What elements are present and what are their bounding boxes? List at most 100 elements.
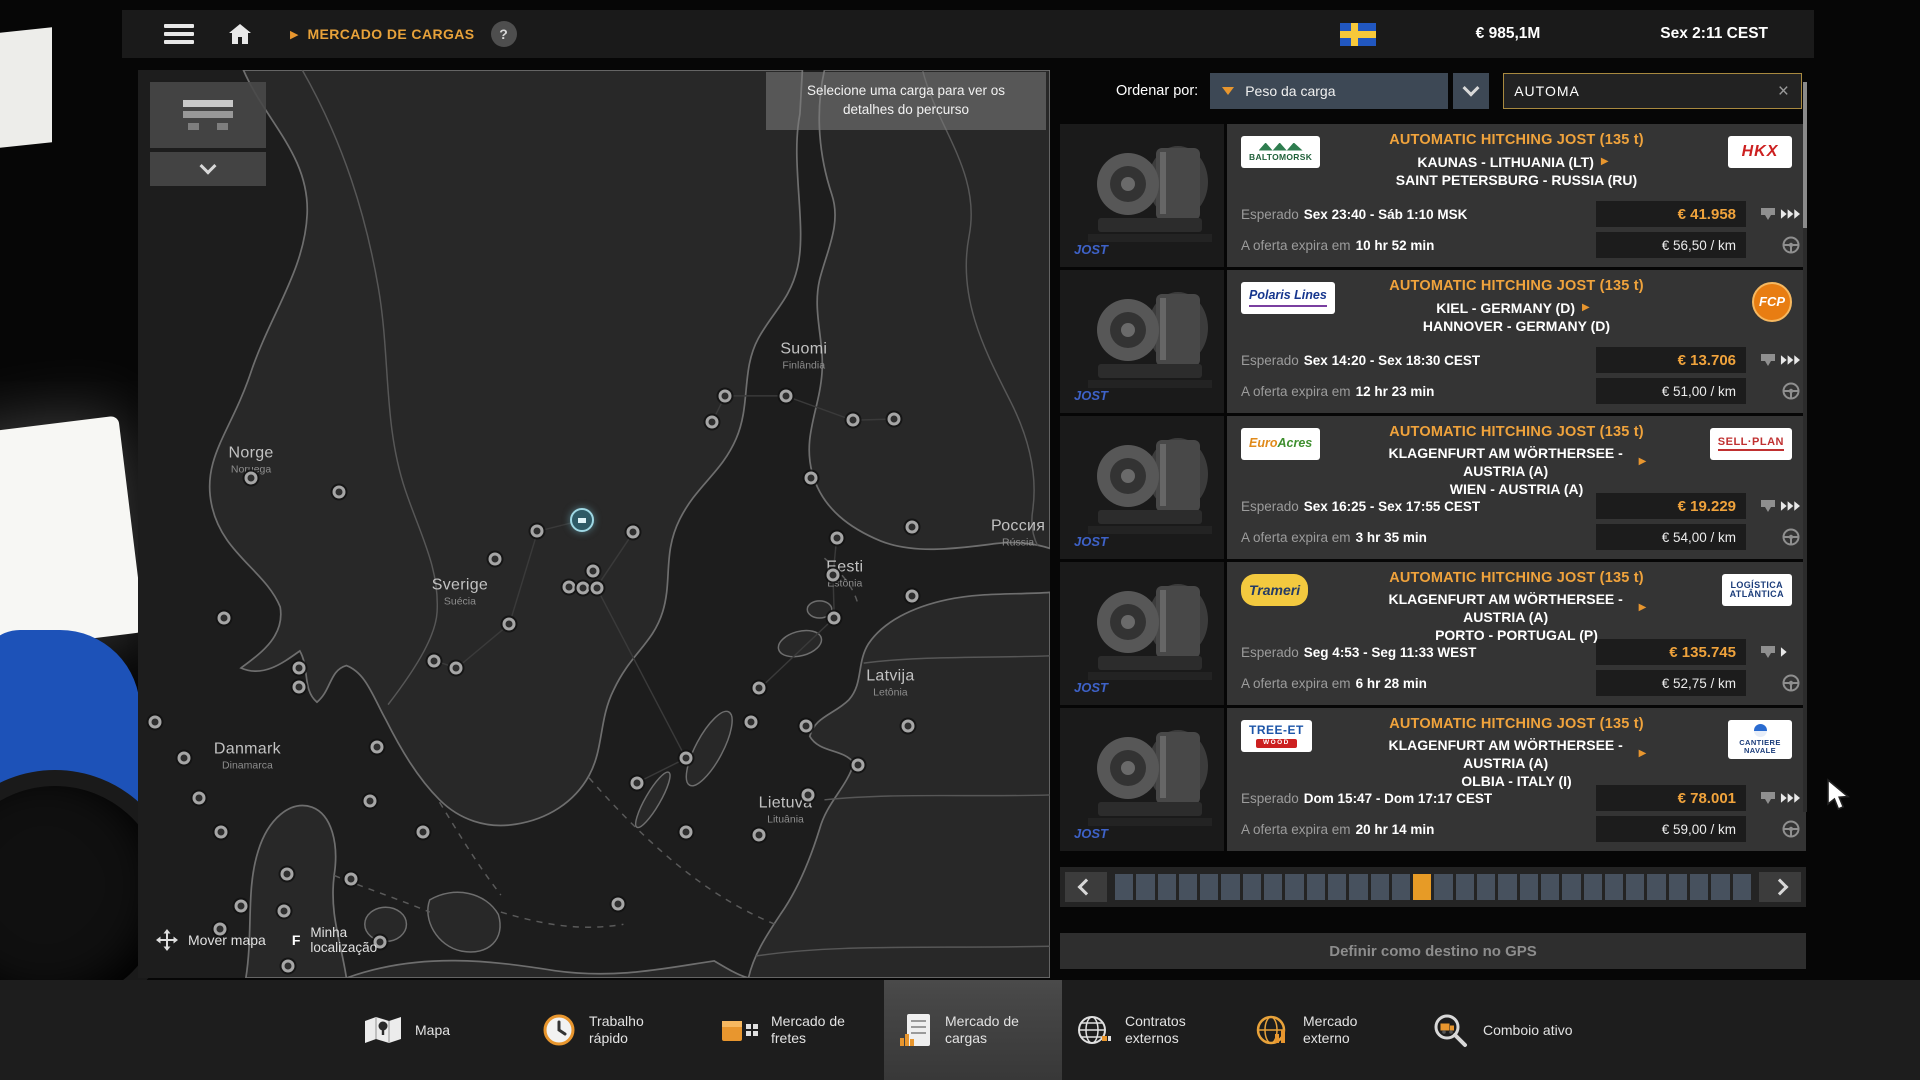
city-marker[interactable] (590, 581, 603, 594)
collapse-map-tools-button[interactable] (150, 152, 266, 186)
page-segment[interactable] (1349, 874, 1367, 900)
city-marker[interactable] (503, 617, 516, 630)
page-segment[interactable] (1520, 874, 1538, 900)
city-marker[interactable] (779, 389, 792, 402)
map-panel[interactable]: NorgeNoruegaSverigeSuéciaSuomiFinlândiaE… (138, 70, 1050, 978)
trailer-filter-button[interactable] (150, 82, 266, 148)
city-marker[interactable] (277, 904, 290, 917)
page-segment[interactable] (1626, 874, 1644, 900)
city-marker[interactable] (563, 580, 576, 593)
city-marker[interactable] (802, 788, 815, 801)
nav-item-trabalho-rapido[interactable]: Trabalho rápido (528, 980, 706, 1080)
page-segment[interactable] (1179, 874, 1197, 900)
city-marker[interactable] (826, 568, 839, 581)
page-segment[interactable] (1307, 874, 1325, 900)
cargo-offer[interactable]: JOST Trameri AUTOMATIC HITCHING JOST (13… (1060, 562, 1806, 705)
city-marker[interactable] (280, 868, 293, 881)
set-gps-destination-button[interactable]: Definir como destino no GPS (1060, 933, 1806, 969)
city-marker[interactable] (177, 752, 190, 765)
home-icon[interactable] (228, 23, 252, 45)
page-segment[interactable] (1200, 874, 1218, 900)
page-segment[interactable] (1584, 874, 1602, 900)
cargo-offer[interactable]: JOST TREE-ETWOOD AUTOMATIC HITCHING JOST… (1060, 708, 1806, 851)
nav-item-comboio-ativo[interactable]: Comboio ativo (1418, 980, 1596, 1080)
next-page-button[interactable] (1759, 872, 1801, 902)
sort-expand-button[interactable] (1453, 73, 1489, 109)
cargo-offer[interactable]: JOST Polaris Lines AUTOMATIC HITCHING JO… (1060, 270, 1806, 413)
help-icon[interactable]: ? (491, 21, 517, 47)
city-marker[interactable] (800, 720, 813, 733)
nav-item-mapa[interactable]: Mapa (350, 980, 528, 1080)
cargo-offer[interactable]: JOST BALTOMORSK AUTOMATIC HITCHING JOST … (1060, 124, 1806, 267)
page-segment[interactable] (1456, 874, 1474, 900)
city-marker[interactable] (906, 589, 919, 602)
page-segment[interactable] (1541, 874, 1559, 900)
page-segment[interactable] (1647, 874, 1665, 900)
my-location-button[interactable]: Minha localização (310, 925, 402, 956)
city-marker[interactable] (332, 486, 345, 499)
city-marker[interactable] (281, 960, 294, 973)
scrollbar-thumb[interactable] (1803, 82, 1807, 228)
city-marker[interactable] (753, 829, 766, 842)
page-segment[interactable] (1669, 874, 1687, 900)
city-marker[interactable] (345, 873, 358, 886)
page-segment[interactable] (1285, 874, 1303, 900)
city-marker[interactable] (245, 471, 258, 484)
city-marker[interactable] (630, 776, 643, 789)
page-segment[interactable] (1243, 874, 1261, 900)
page-segment[interactable] (1605, 874, 1623, 900)
city-marker[interactable] (627, 526, 640, 539)
city-marker[interactable] (587, 565, 600, 578)
city-marker[interactable] (149, 715, 162, 728)
city-marker[interactable] (705, 416, 718, 429)
page-segment[interactable] (1690, 874, 1708, 900)
page-segment[interactable] (1434, 874, 1452, 900)
menu-icon[interactable] (164, 24, 194, 44)
city-marker[interactable] (417, 825, 430, 838)
page-segment[interactable] (1498, 874, 1516, 900)
nav-item-mercado-de-fretes[interactable]: Mercado de fretes (706, 980, 884, 1080)
city-marker[interactable] (217, 611, 230, 624)
city-marker[interactable] (293, 662, 306, 675)
city-marker[interactable] (611, 898, 624, 911)
city-marker[interactable] (805, 471, 818, 484)
sort-dropdown[interactable]: Peso da carga (1210, 73, 1448, 109)
cargo-offer[interactable]: JOST EuroAcres AUTOMATIC HITCHING JOST (… (1060, 416, 1806, 559)
city-marker[interactable] (753, 682, 766, 695)
page-segment[interactable] (1371, 874, 1389, 900)
page-segment[interactable] (1264, 874, 1282, 900)
city-marker[interactable] (363, 794, 376, 807)
city-marker[interactable] (680, 752, 693, 765)
clear-search-icon[interactable]: × (1776, 82, 1791, 101)
search-input[interactable] (1514, 83, 1776, 99)
city-marker[interactable] (888, 412, 901, 425)
city-marker[interactable] (851, 758, 864, 771)
nav-item-contratos-externos[interactable]: Contratos externos (1062, 980, 1240, 1080)
page-segment[interactable] (1477, 874, 1495, 900)
city-marker[interactable] (488, 553, 501, 566)
page-segment[interactable] (1392, 874, 1410, 900)
offers-scrollbar[interactable] (1803, 82, 1807, 812)
city-marker[interactable] (827, 611, 840, 624)
nav-item-mercado-externo[interactable]: Mercado externo (1240, 980, 1418, 1080)
page-segment[interactable] (1115, 874, 1133, 900)
city-marker[interactable] (214, 825, 227, 838)
nav-item-mercado-de-cargas[interactable]: Mercado de cargas (884, 980, 1062, 1080)
city-marker[interactable] (744, 715, 757, 728)
city-marker[interactable] (577, 582, 590, 595)
page-segment[interactable] (1328, 874, 1346, 900)
city-marker[interactable] (292, 681, 305, 694)
city-marker[interactable] (235, 900, 248, 913)
city-marker[interactable] (450, 662, 463, 675)
page-segment[interactable] (1158, 874, 1176, 900)
page-segment[interactable] (1136, 874, 1154, 900)
page-segment[interactable] (1413, 874, 1431, 900)
city-marker[interactable] (680, 825, 693, 838)
city-marker[interactable] (193, 792, 206, 805)
page-segment[interactable] (1733, 874, 1751, 900)
page-segment[interactable] (1562, 874, 1580, 900)
city-marker[interactable] (906, 520, 919, 533)
city-marker[interactable] (719, 389, 732, 402)
city-marker[interactable] (901, 720, 914, 733)
page-segment[interactable] (1711, 874, 1729, 900)
